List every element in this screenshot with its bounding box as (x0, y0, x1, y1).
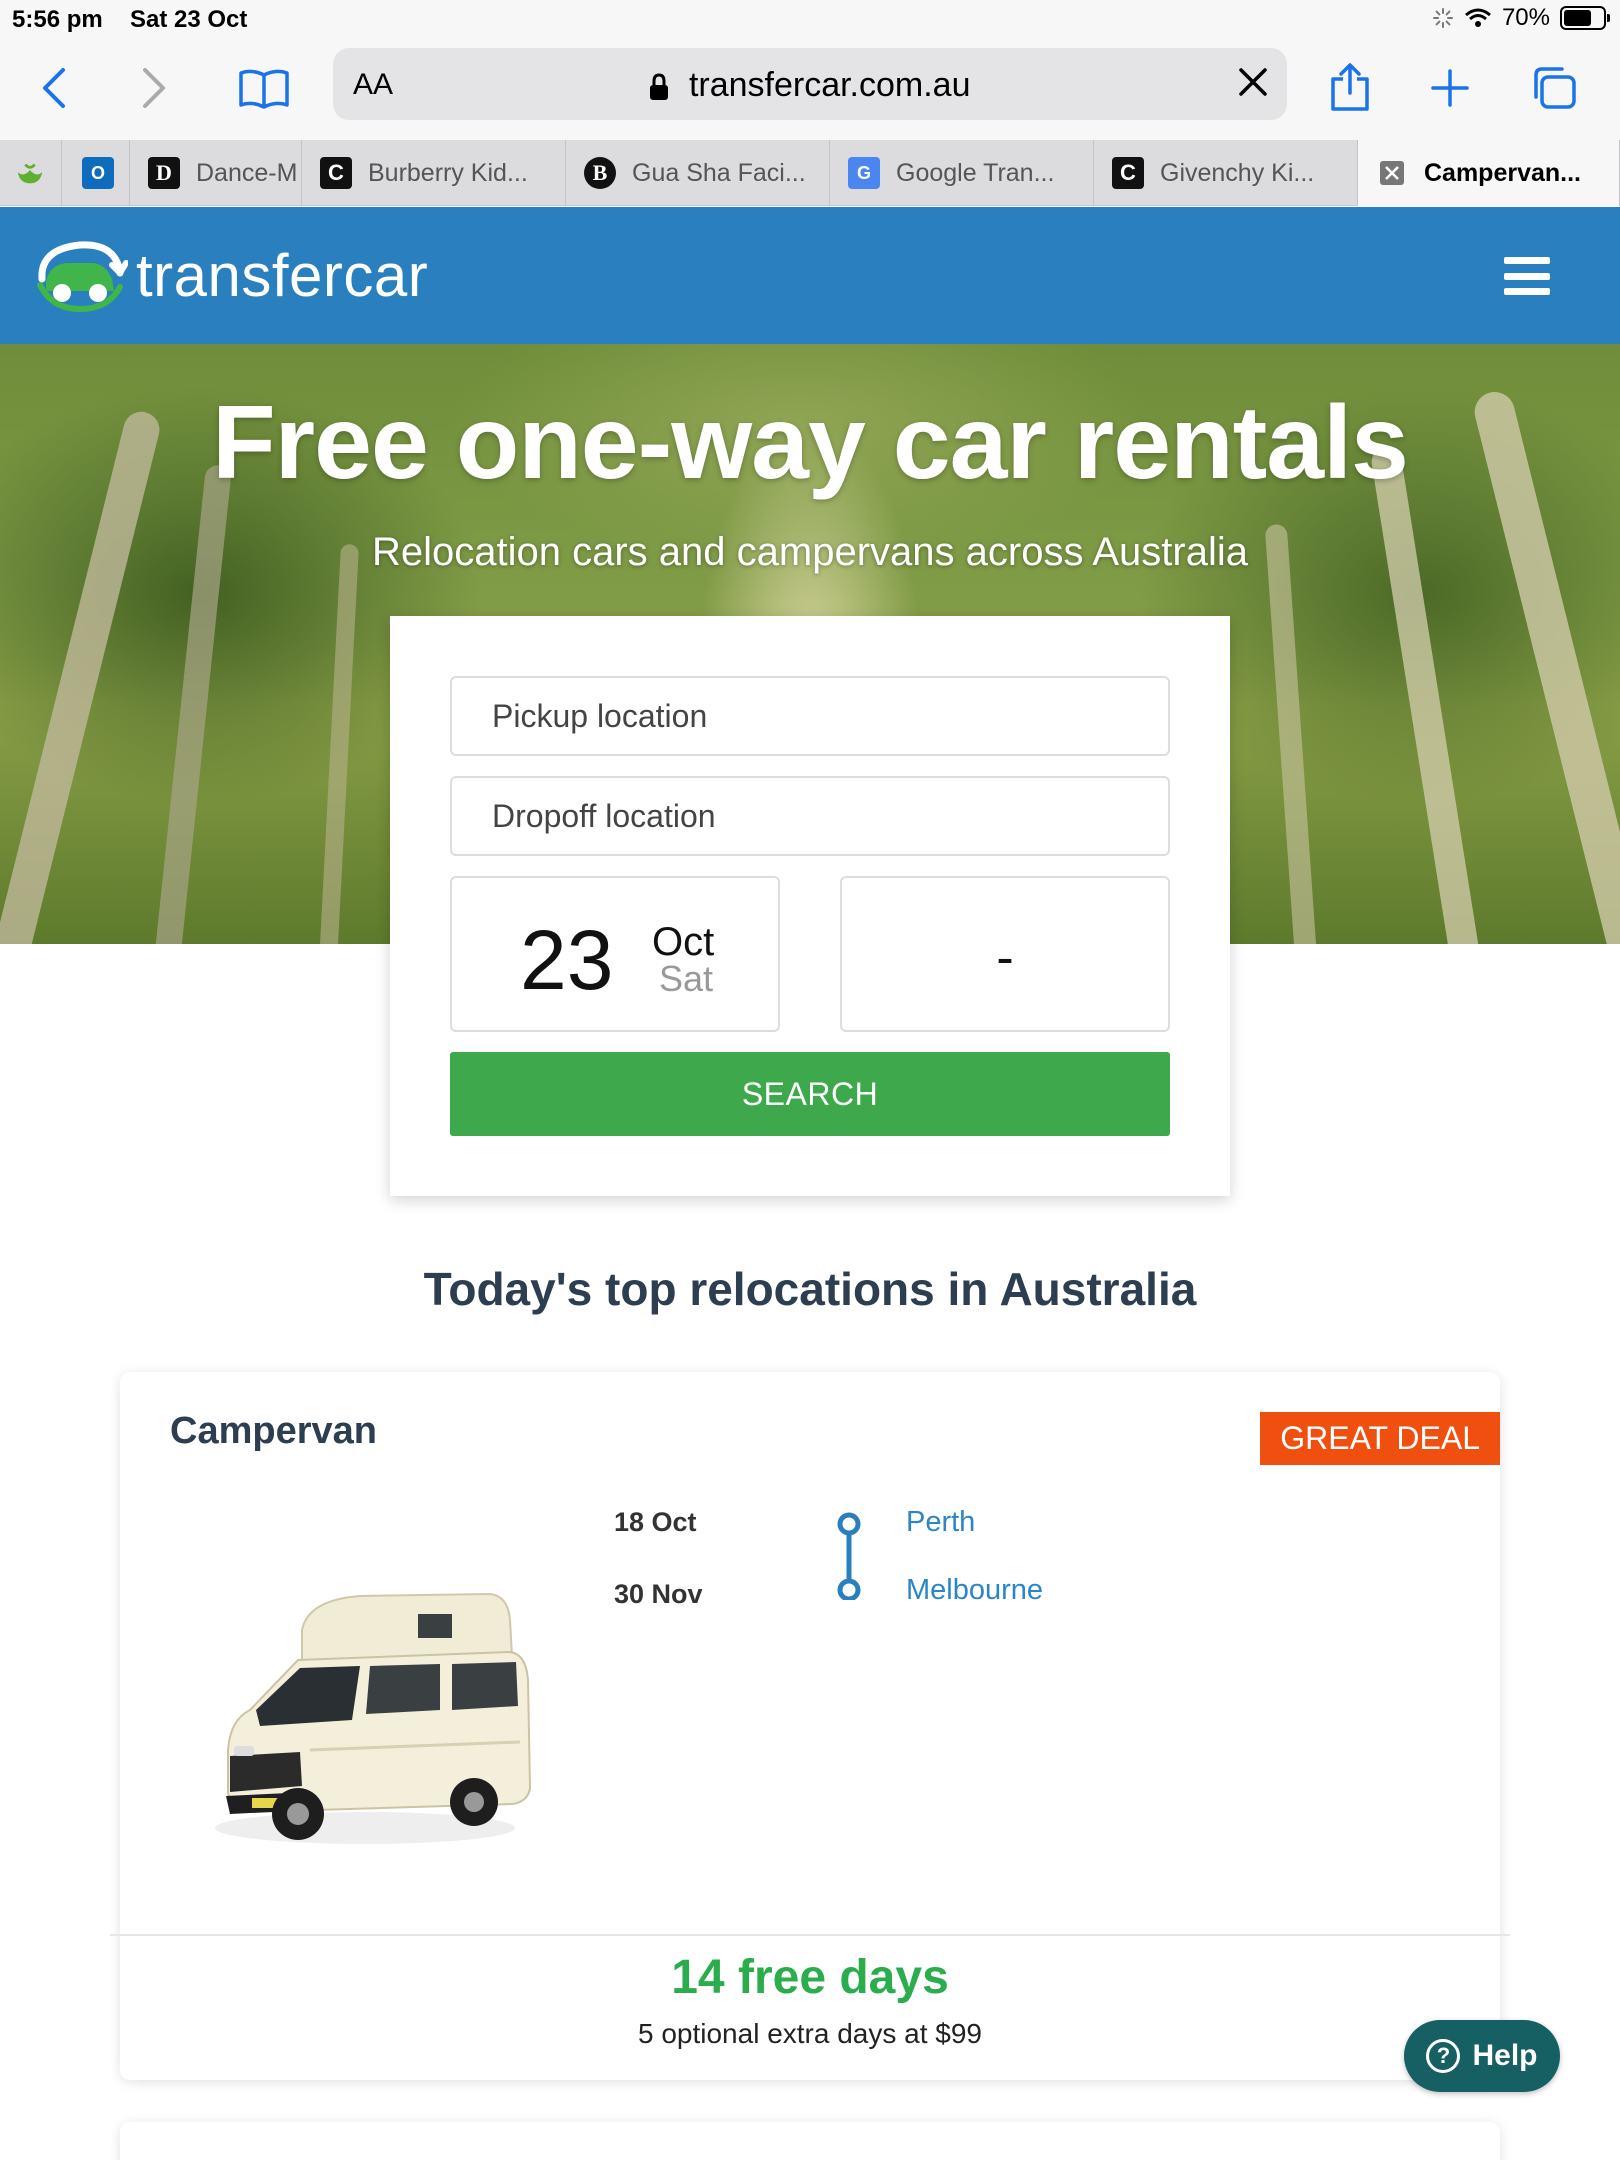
url-text: transfercar.com.au (688, 66, 971, 104)
help-label: Help (1472, 2039, 1538, 2072)
tree-trunk-decoration (1369, 444, 1481, 944)
close-tab-button[interactable] (1376, 157, 1408, 189)
start-day: 23 (520, 913, 614, 1007)
tree-trunk-decoration (1264, 523, 1318, 944)
outlook-icon: O (82, 157, 114, 189)
site-header: transfercar (0, 207, 1620, 344)
start-date-picker[interactable]: 23 Oct Sat (450, 876, 780, 1032)
activity-spinner-icon (1432, 8, 1453, 28)
url-display[interactable]: transfercar.com.au (333, 66, 1287, 105)
bookmarks-button[interactable] (234, 58, 294, 118)
woolworths-icon (14, 157, 46, 189)
share-button[interactable] (1320, 58, 1380, 118)
close-icon (1239, 68, 1267, 96)
start-weekday: Sat (659, 958, 714, 999)
route-line-icon (837, 1512, 861, 1600)
c-logo-icon: C (320, 157, 352, 189)
c-logo-icon: C (1112, 157, 1144, 189)
battery-icon (1560, 6, 1610, 30)
tab-gua-sha[interactable]: B Gua Sha Faci... (566, 140, 830, 206)
share-icon (1331, 63, 1369, 111)
tab-outlook[interactable]: O (62, 140, 130, 206)
tab-dance[interactable]: D Dance-M (130, 140, 302, 206)
clear-url-button[interactable] (1237, 66, 1269, 103)
tabs-icon (1534, 67, 1576, 109)
status-right: 70% (1432, 4, 1610, 32)
end-date-picker[interactable]: - (840, 876, 1170, 1032)
wifi-icon (1464, 8, 1491, 27)
browser-toolbar: AA transfercar.com.au (0, 40, 1620, 140)
b-logo-icon: B (584, 157, 616, 189)
great-deal-badge: GREAT DEAL (1260, 1412, 1500, 1465)
dropoff-location-input[interactable]: Dropoff location (450, 776, 1170, 856)
lock-icon (650, 73, 669, 101)
tab-strip: O D Dance-M C Burberry Kid... B Gua Sha … (0, 140, 1620, 206)
d-logo-icon: D (148, 157, 180, 189)
tab-overview-button[interactable] (1524, 58, 1584, 118)
deal-from-date: 18 Oct (614, 1507, 697, 1537)
card-divider (110, 1934, 1510, 1936)
search-form: Pickup location Dropoff location 23 Oct … (390, 616, 1230, 1196)
chevron-right-icon (143, 68, 165, 108)
tab-google-translate[interactable]: G Google Tran... (830, 140, 1094, 206)
deal-dates: 18 Oct 30 Nov (614, 1507, 703, 1651)
close-icon (1380, 161, 1404, 185)
car-logo-icon (37, 241, 128, 313)
relocation-deal-card[interactable]: Campervan GREAT DEAL 18 Oct 30 Nov Perth… (110, 1372, 1510, 2080)
hamburger-icon (1504, 257, 1550, 264)
tree-trunk-decoration (319, 543, 359, 944)
status-bar: 5:56 pm Sat 23 Oct 70% (0, 0, 1620, 40)
tab-givenchy[interactable]: C Givenchy Ki... (1094, 140, 1358, 206)
status-time: 5:56 pm (12, 6, 103, 33)
pickup-location-input[interactable]: Pickup location (450, 676, 1170, 756)
status-date: Sat 23 Oct (130, 6, 248, 33)
end-date-value: - (996, 929, 1014, 987)
tab-campervan-active[interactable]: Campervan... (1358, 140, 1620, 206)
extra-days-label: 5 optional extra days at $99 (637, 2018, 982, 2049)
deal-to-date: 30 Nov (614, 1579, 703, 1609)
menu-button[interactable] (1504, 257, 1550, 295)
plus-icon (1431, 69, 1469, 107)
campervan-image (215, 1592, 532, 1844)
address-bar[interactable]: AA transfercar.com.au (333, 48, 1287, 120)
back-button[interactable] (24, 58, 84, 118)
free-days-label: 14 free days (671, 1951, 949, 2004)
book-icon (239, 69, 289, 109)
battery-percent: 70% (1501, 4, 1550, 31)
search-button[interactable]: SEARCH (450, 1052, 1170, 1136)
google-translate-icon: G (848, 157, 880, 189)
tab-woolworths[interactable] (0, 140, 62, 206)
hero-title: Free one-way car rentals (212, 385, 1409, 501)
deal-from-city[interactable]: Perth (906, 1506, 1043, 1574)
vehicle-type: Campervan (170, 1410, 377, 1452)
tab-burberry[interactable]: C Burberry Kid... (302, 140, 566, 206)
deal-route-cities: Perth Melbourne (906, 1506, 1043, 1642)
logo-text: transfercar (136, 241, 429, 309)
forward-button[interactable] (124, 58, 184, 118)
new-tab-button[interactable] (1420, 58, 1480, 118)
transfercar-logo[interactable]: transfercar (32, 235, 428, 315)
question-icon: ? (1426, 2039, 1461, 2073)
deal-to-city[interactable]: Melbourne (906, 1574, 1043, 1642)
help-button[interactable]: ? Help (1404, 2020, 1560, 2092)
hero-subtitle: Relocation cars and campervans across Au… (372, 530, 1248, 574)
chevron-left-icon (43, 68, 65, 108)
section-title: Today's top relocations in Australia (423, 1263, 1197, 1315)
next-deal-card[interactable] (120, 2122, 1500, 2160)
